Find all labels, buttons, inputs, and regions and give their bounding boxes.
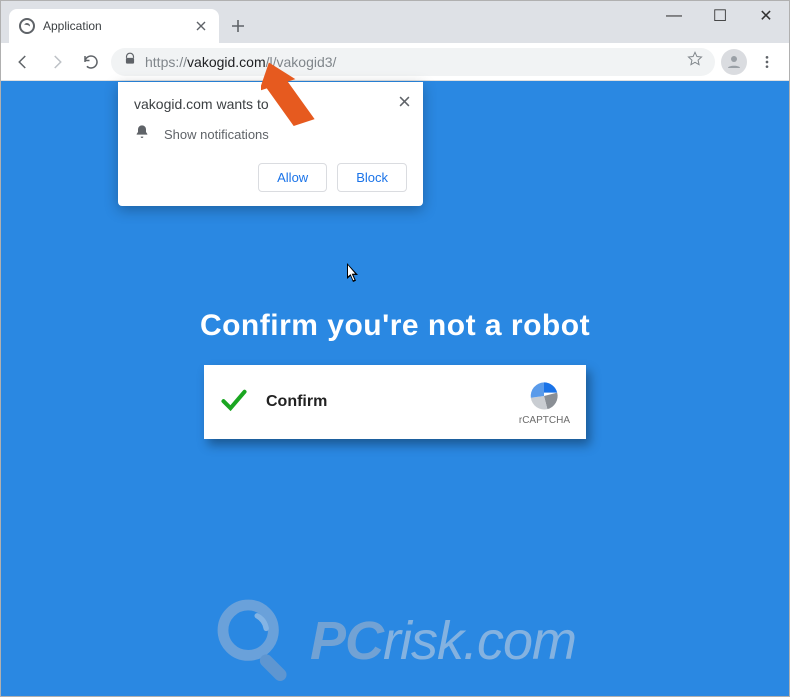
new-tab-button[interactable] [227,15,249,37]
back-button[interactable] [9,48,37,76]
kebab-menu-icon[interactable] [753,48,781,76]
rcaptcha-badge: rCAPTCHA [519,379,570,426]
profile-avatar[interactable] [721,49,747,75]
prompt-permission-row: Show notifications [134,124,407,145]
globe-icon [19,18,35,34]
captcha-box[interactable]: Confirm rCAPTCHA [204,365,586,439]
titlebar: Application — ☐ ✕ [1,1,789,43]
address-bar[interactable]: https://vakogid.com/l/vakogid3/ [111,48,715,76]
bookmark-star-icon[interactable] [687,51,703,72]
close-tab-icon[interactable] [193,18,209,34]
checkmark-icon [220,386,248,419]
prompt-title: vakogid.com wants to [134,96,407,112]
window-controls: — ☐ ✕ [651,1,789,31]
toolbar: https://vakogid.com/l/vakogid3/ [1,43,789,81]
browser-tab[interactable]: Application [9,9,219,43]
watermark-text: PCrisk.com [310,610,576,672]
maximize-button[interactable]: ☐ [697,1,743,31]
browser-window: Application — ☐ ✕ https [0,0,790,697]
rcaptcha-text: rCAPTCHA [519,415,570,426]
block-button[interactable]: Block [337,163,407,192]
permission-prompt: vakogid.com wants to Show notifications … [118,82,423,206]
close-prompt-icon[interactable] [395,92,413,110]
forward-button[interactable] [43,48,71,76]
reload-button[interactable] [77,48,105,76]
url-text: https://vakogid.com/l/vakogid3/ [145,54,336,70]
watermark: PCrisk.com [214,596,576,686]
minimize-button[interactable]: — [651,1,697,31]
url-path: /l/vakogid3/ [266,54,337,70]
allow-button[interactable]: Allow [258,163,327,192]
bell-icon [134,124,150,145]
watermark-rest: risk.com [383,611,576,671]
url-protocol: https:// [145,54,187,70]
headline-text: Confirm you're not a robot [200,309,590,343]
lock-icon [123,52,137,71]
rcaptcha-icon [527,379,561,413]
prompt-buttons: Allow Block [134,163,407,192]
captcha-label: Confirm [266,393,519,411]
tab-title: Application [43,19,185,33]
url-host: vakogid.com [187,54,266,70]
close-window-button[interactable]: ✕ [743,1,789,31]
magnifier-icon [214,596,304,686]
watermark-bold: PC [310,611,383,671]
prompt-permission-text: Show notifications [164,127,269,142]
